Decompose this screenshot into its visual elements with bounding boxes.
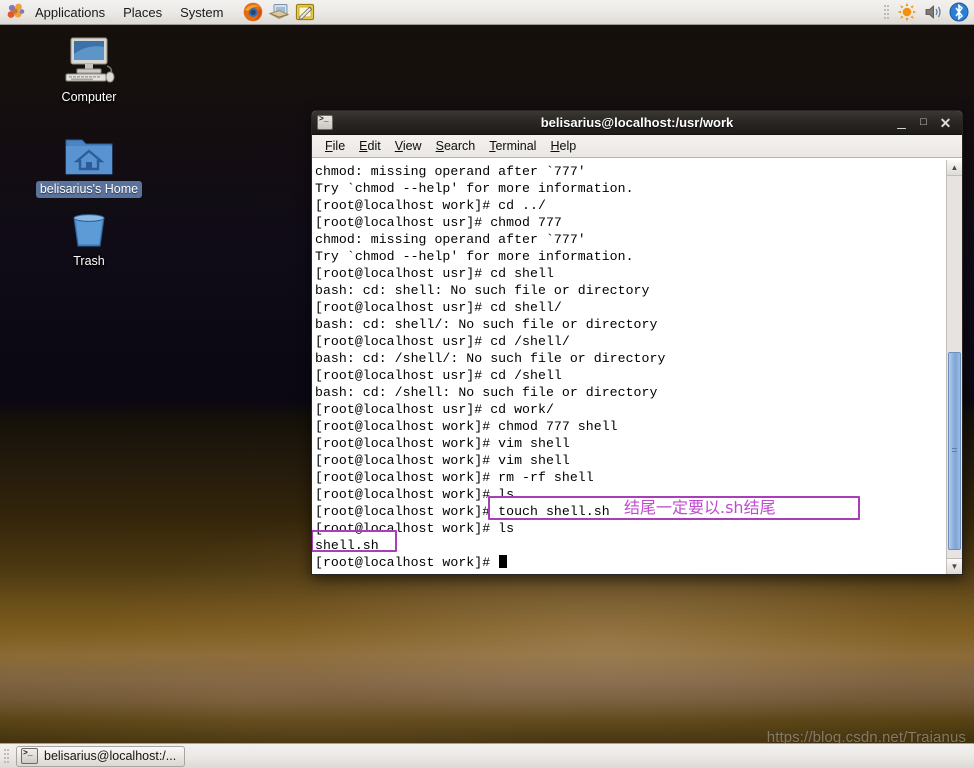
prompt-text: [root@localhost work]# <box>315 555 499 570</box>
terminal-line: [root@localhost usr]# cd /shell/ <box>315 334 570 349</box>
terminal-line: [root@localhost usr]# cd shell <box>315 266 554 281</box>
terminal-line: bash: cd: shell/: No such file or direct… <box>315 317 658 332</box>
menu-system-label: System <box>180 4 224 20</box>
terminal-body: chmod: missing operand after `777' Try `c… <box>312 159 962 574</box>
minimize-button[interactable]: _ <box>892 114 911 132</box>
terminal-window[interactable]: belisarius@localhost:/usr/work _ □ ✕ Fil… <box>311 110 963 575</box>
terminal-line: [root@localhost usr]# chmod 777 <box>315 215 562 230</box>
terminal-line: chmod: missing operand after `777' <box>315 232 586 247</box>
terminal-line: [root@localhost work]# cd ../ <box>315 198 546 213</box>
computer-icon <box>34 36 144 86</box>
menu-places-label: Places <box>123 4 163 20</box>
close-button[interactable]: ✕ <box>936 114 955 132</box>
bluetooth-applet-icon[interactable] <box>948 1 970 23</box>
brightness-applet-icon[interactable] <box>896 1 918 23</box>
menu-terminal[interactable]: Terminal <box>482 137 543 155</box>
terminal-titlebar[interactable]: belisarius@localhost:/usr/work _ □ ✕ <box>312 111 962 135</box>
desktop-icon-trash[interactable]: Trash <box>34 200 144 270</box>
window-controls: _ □ ✕ <box>889 114 962 132</box>
scrollbar-track[interactable] <box>947 176 962 558</box>
terminal-line: [root@localhost work]# chmod 777 shell <box>315 419 618 434</box>
menu-file[interactable]: File <box>318 137 352 155</box>
menu-places[interactable]: Places <box>115 2 170 23</box>
terminal-screen[interactable]: chmod: missing operand after `777' Try `c… <box>312 160 946 574</box>
block-cursor <box>499 555 508 568</box>
home-folder-icon <box>34 128 144 178</box>
evolution-mail-launcher-icon[interactable] <box>268 1 290 23</box>
window-title: belisarius@localhost:/usr/work <box>540 115 734 130</box>
terminal-line: [root@localhost work]# ls <box>315 487 515 502</box>
panel-grip-handle[interactable] <box>884 4 889 20</box>
desktop-icon-computer-label: Computer <box>61 90 117 104</box>
gnome-foot-icon[interactable] <box>6 2 26 22</box>
terminal-line: chmod: missing operand after `777' <box>315 164 586 179</box>
terminal-line: Try `chmod --help' for more information. <box>315 249 634 264</box>
desktop-icon-home-label: belisarius's Home <box>35 181 143 198</box>
terminal-line: [root@localhost work]# vim shell <box>315 453 570 468</box>
menu-edit[interactable]: Edit <box>352 137 388 155</box>
desktop-icon-home[interactable]: belisarius's Home <box>34 128 144 198</box>
terminal-line: [root@localhost work]# ls <box>315 521 515 536</box>
terminal-line: shell.sh <box>315 538 379 553</box>
terminal-line: bash: cd: /shell/: No such file or direc… <box>315 351 666 366</box>
terminal-icon <box>21 748 38 764</box>
menu-applications[interactable]: Applications <box>27 2 113 23</box>
scroll-up-button[interactable]: ▲ <box>947 160 962 176</box>
terminal-line: bash: cd: shell: No such file or directo… <box>315 283 650 298</box>
desktop-icon-computer[interactable]: Computer <box>34 36 144 106</box>
terminal-output: chmod: missing operand after `777' Try `c… <box>315 163 946 554</box>
top-panel: Applications Places System <box>0 0 974 25</box>
scroll-down-button[interactable]: ▼ <box>947 558 962 574</box>
taskbar-terminal-window[interactable]: belisarius@localhost:/... <box>16 745 186 767</box>
terminal-line: [root@localhost usr]# cd shell/ <box>315 300 562 315</box>
menu-applications-label: Applications <box>35 4 106 20</box>
menu-view[interactable]: View <box>388 137 429 155</box>
terminal-prompt-line: [root@localhost work]# <box>315 554 946 571</box>
terminal-line: Try `chmod --help' for more information. <box>315 181 634 196</box>
text-editor-launcher-icon[interactable] <box>294 1 316 23</box>
terminal-line: [root@localhost usr]# cd /shell <box>315 368 562 383</box>
terminal-icon <box>317 115 333 130</box>
taskbar-grip-handle[interactable] <box>4 748 9 764</box>
trash-icon <box>34 200 144 250</box>
terminal-line: [root@localhost work]# rm -rf shell <box>315 470 594 485</box>
scrollbar-thumb[interactable] <box>948 351 961 551</box>
menu-system[interactable]: System <box>172 2 231 23</box>
desktop-icon-trash-label: Trash <box>73 254 105 268</box>
menu-help[interactable]: Help <box>543 137 583 155</box>
taskbar-item-label: belisarius@localhost:/... <box>44 749 177 763</box>
panel-tray <box>884 1 974 23</box>
volume-applet-icon[interactable] <box>922 1 944 23</box>
terminal-line: [root@localhost work]# vim shell <box>315 436 570 451</box>
maximize-button[interactable]: □ <box>914 114 933 132</box>
terminal-line: [root@localhost work]# touch shell.sh <box>315 504 610 519</box>
terminal-line: bash: cd: /shell: No such file or direct… <box>315 385 658 400</box>
bottom-panel: belisarius@localhost:/... <box>0 743 974 768</box>
terminal-menubar: File Edit View Search Terminal Help <box>312 135 962 158</box>
menu-search[interactable]: Search <box>429 137 483 155</box>
terminal-scrollbar[interactable]: ▲ ▼ <box>946 160 962 574</box>
firefox-launcher-icon[interactable] <box>242 1 264 23</box>
terminal-line: [root@localhost usr]# cd work/ <box>315 402 554 417</box>
